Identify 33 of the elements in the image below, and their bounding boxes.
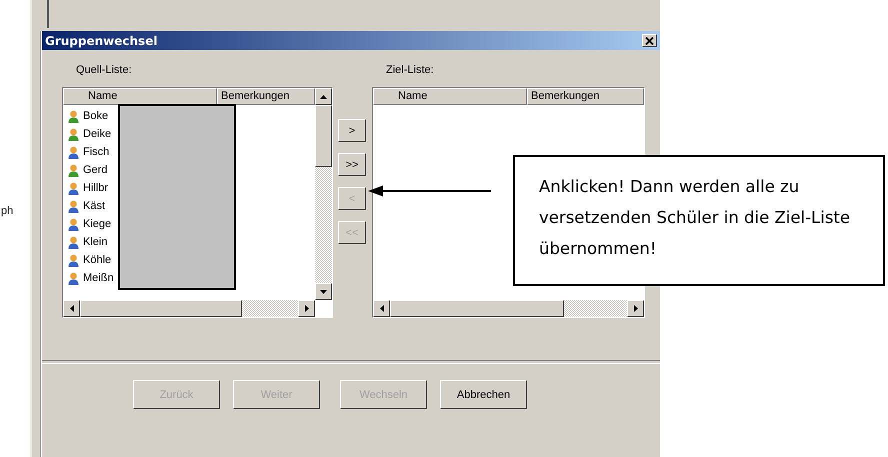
student-name[interactable]: Käst: [83, 200, 106, 212]
move-button[interactable]: >: [338, 119, 366, 142]
move-button[interactable]: >>: [338, 153, 366, 176]
column-header[interactable]: Bemerkungen: [527, 88, 644, 105]
student-name[interactable]: Klein: [83, 236, 108, 248]
student-name[interactable]: Köhle: [83, 254, 112, 266]
vertical-scrollbar[interactable]: [315, 88, 332, 300]
column-header[interactable]: Bemerkungen: [217, 88, 315, 105]
horizontal-scrollbar[interactable]: [373, 300, 644, 317]
close-button[interactable]: [642, 34, 657, 47]
dialog-button[interactable]: Abbrechen: [440, 380, 527, 409]
up-arrow-icon[interactable]: [320, 94, 327, 98]
horizontal-scrollbar[interactable]: [63, 300, 315, 317]
student-name[interactable]: Boke: [83, 110, 108, 122]
student-name[interactable]: Fisch: [83, 146, 110, 158]
down-arrow-icon[interactable]: [320, 290, 327, 294]
column-header[interactable]: Name: [373, 88, 527, 105]
callout-note: Anklicken! Dann werden alle zu versetzenden Schüler in die Ziel-Liste übernommen!: [513, 155, 885, 286]
right-arrow-icon[interactable]: [304, 305, 308, 312]
list-label: Quell-Liste:: [75, 64, 133, 76]
background-text: ph: [1, 205, 14, 217]
column-header[interactable]: Name: [63, 88, 217, 105]
left-arrow-icon[interactable]: [70, 305, 74, 312]
student-name[interactable]: Deike: [83, 128, 112, 140]
student-name[interactable]: Gerd: [83, 164, 108, 176]
list-label: Ziel-Liste:: [385, 64, 435, 76]
left-arrow-icon[interactable]: [380, 305, 384, 312]
window-title: Gruppenwechsel: [45, 34, 158, 48]
student-name[interactable]: Meißn: [83, 272, 114, 284]
close-icon: [645, 36, 654, 44]
student-name[interactable]: Hillbr: [83, 182, 108, 194]
student-name[interactable]: Kiege: [83, 218, 112, 230]
right-arrow-icon[interactable]: [634, 305, 638, 312]
